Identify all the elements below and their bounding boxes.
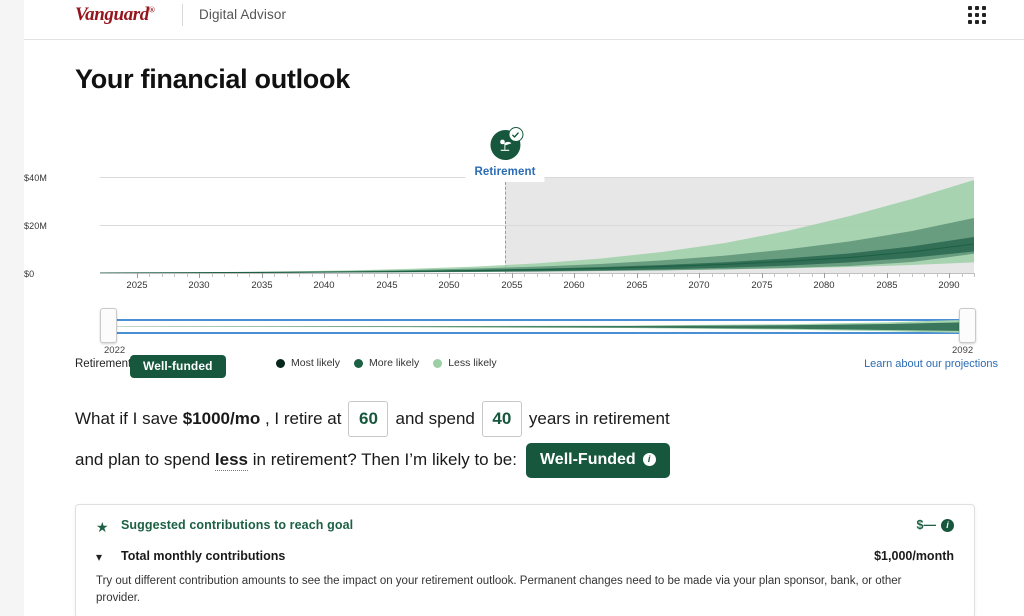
x-tick-2075: 2075 [751, 280, 773, 291]
card-info-icon[interactable]: i [941, 519, 954, 532]
y-axis-label-40m: $40M [24, 173, 47, 183]
range-thumb-start[interactable] [100, 308, 117, 343]
beach-retirement-icon [489, 127, 523, 160]
card-monthly-value: $1,000/month [874, 549, 954, 563]
savings-amount[interactable]: $1000/mo [183, 409, 261, 429]
x-tick-2080: 2080 [813, 280, 835, 291]
app-header: Vanguard® Digital Advisor [24, 0, 1024, 40]
app-page: Vanguard® Digital Advisor Your financial… [24, 0, 1024, 616]
header-divider [182, 4, 183, 26]
legend-label-less-likely: Less likely [448, 357, 497, 369]
legend-item-most-likely: Most likely [276, 357, 340, 369]
y-axis-label-20m: $20M [24, 221, 47, 231]
outlook-chart: $40M $20M $0 2025 2030 2035 2040 2045 20… [24, 127, 1024, 385]
retirement-status-label: Retirement: [75, 358, 135, 370]
x-tick-2045: 2045 [376, 280, 398, 291]
retirement-marker[interactable]: Retirement [465, 127, 545, 182]
years-in-retirement-input[interactable]: 40 [481, 401, 522, 437]
card-header-row: ★ Suggested contributions to reach goal … [76, 513, 974, 544]
brand-text: Vanguard [75, 4, 149, 25]
what-if-text-3: and spend [395, 409, 475, 428]
card-suggested-amount: $— [916, 518, 936, 532]
outcome-button[interactable]: Well-Funded i [525, 442, 670, 478]
x-axis-ticks [100, 273, 975, 278]
range-thumb-end[interactable] [959, 308, 976, 343]
x-tick-2060: 2060 [563, 280, 585, 291]
card-subtitle: Total monthly contributions [121, 549, 286, 563]
suggested-contributions-card: ★ Suggested contributions to reach goal … [75, 504, 975, 616]
retirement-status-badge[interactable]: Well-funded [130, 355, 226, 378]
card-title: Suggested contributions to reach goal [121, 518, 354, 532]
y-axis-label-0: $0 [24, 269, 35, 279]
vanguard-logo[interactable]: Vanguard® [75, 4, 155, 26]
card-description: Try out different contribution amounts t… [96, 575, 902, 604]
what-if-text-5: and plan to spend [75, 450, 211, 469]
x-tick-2090: 2090 [938, 280, 960, 291]
legend-label-most-likely: Most likely [291, 357, 341, 369]
product-name: Digital Advisor [199, 7, 287, 22]
chart-legend: Most likely More likely Less likely [276, 357, 497, 369]
what-if-sentence: What if I save $1000/mo , I retire at 60… [75, 400, 975, 479]
x-tick-2070: 2070 [688, 280, 710, 291]
check-icon [507, 127, 523, 142]
legend-dot-less-likely [433, 358, 443, 368]
x-axis-labels: 2025 2030 2035 2040 2045 2050 2055 2060 … [100, 280, 974, 294]
x-tick-2050: 2050 [438, 280, 460, 291]
x-tick-2065: 2065 [626, 280, 648, 291]
range-mini-fan [108, 319, 966, 333]
chart-plot-area [100, 177, 974, 274]
what-if-text-4: years in retirement [528, 409, 670, 428]
legend-item-less-likely: Less likely [433, 357, 497, 369]
what-if-text-1: What if I save [75, 409, 178, 428]
chevron-down-icon[interactable]: ▾ [96, 550, 102, 564]
learn-about-projections-link[interactable]: Learn about our projections [864, 358, 998, 370]
legend-label-more-likely: More likely [369, 357, 420, 369]
retirement-age-input[interactable]: 60 [348, 401, 389, 437]
chart-legend-row: Retirement: Well-funded Most likely More… [24, 355, 1024, 378]
total-monthly-contributions-row[interactable]: ▾ Total monthly contributions $1,000/mon… [76, 544, 974, 575]
legend-dot-more-likely [354, 358, 364, 368]
star-icon: ★ [96, 519, 109, 535]
x-tick-2055: 2055 [501, 280, 523, 291]
page-title: Your financial outlook [75, 64, 350, 94]
info-icon[interactable]: i [642, 453, 656, 466]
what-if-line-2: and plan to spend less in retirement? Th… [75, 441, 975, 479]
legend-item-more-likely: More likely [354, 357, 419, 369]
x-tick-2035: 2035 [251, 280, 273, 291]
x-tick-2040: 2040 [313, 280, 335, 291]
x-tick-2025: 2025 [126, 280, 148, 291]
outcome-label: Well-Funded [539, 450, 636, 468]
what-if-text-2: , I retire at [264, 409, 342, 428]
retirement-marker-label: Retirement [465, 163, 545, 182]
spend-level-selector[interactable]: less [214, 450, 248, 471]
registered-mark: ® [148, 5, 155, 15]
grid-apps-icon[interactable] [968, 6, 988, 26]
what-if-text-6: in retirement? Then I’m likely to be: [252, 450, 517, 469]
projection-fan [100, 180, 974, 273]
year-range-slider[interactable]: 2022 2092 [100, 308, 976, 356]
x-tick-2030: 2030 [188, 280, 210, 291]
legend-dot-most-likely [276, 358, 285, 368]
x-tick-2085: 2085 [876, 280, 898, 291]
what-if-line-1: What if I save $1000/mo , I retire at 60… [75, 400, 975, 438]
